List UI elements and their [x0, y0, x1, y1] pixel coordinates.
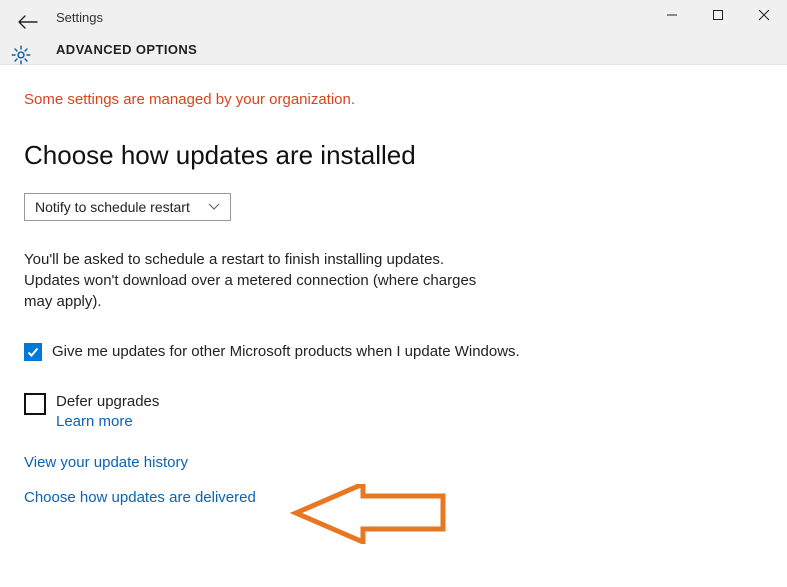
section-heading: Choose how updates are installed	[24, 140, 763, 171]
defer-learn-more-link[interactable]: Learn more	[56, 413, 159, 430]
app-name: Settings	[56, 10, 103, 25]
install-mode-value: Notify to schedule restart	[35, 199, 190, 215]
checkbox-row-defer: Defer upgrades Learn more	[24, 392, 524, 429]
org-managed-message: Some settings are managed by your organi…	[24, 91, 763, 108]
window-controls	[649, 0, 787, 30]
close-button[interactable]	[741, 0, 787, 30]
page-title: ADVANCED OPTIONS	[56, 42, 197, 57]
minimize-button[interactable]	[649, 0, 695, 30]
view-history-link[interactable]: View your update history	[24, 454, 763, 471]
chevron-down-icon	[208, 203, 220, 211]
install-mode-dropdown[interactable]: Notify to schedule restart	[24, 193, 231, 221]
gear-icon	[10, 44, 32, 66]
checkbox-other-products[interactable]	[24, 343, 42, 361]
checkbox-row-other-products: Give me updates for other Microsoft prod…	[24, 342, 524, 362]
checkmark-icon	[26, 345, 40, 359]
checkbox-defer-upgrades[interactable]	[24, 393, 46, 415]
close-icon	[758, 9, 770, 21]
maximize-icon	[712, 9, 724, 21]
titlebar: Settings ADVANCED OPTIONS	[0, 0, 787, 65]
checkbox-other-products-label: Give me updates for other Microsoft prod…	[52, 342, 520, 362]
back-arrow-icon	[18, 15, 38, 29]
back-button[interactable]	[14, 12, 42, 32]
minimize-icon	[666, 9, 678, 21]
install-mode-description: You'll be asked to schedule a restart to…	[24, 249, 504, 312]
maximize-button[interactable]	[695, 0, 741, 30]
choose-delivery-link[interactable]: Choose how updates are delivered	[24, 489, 256, 506]
checkbox-defer-label: Defer upgrades	[56, 392, 159, 412]
content-area: Some settings are managed by your organi…	[0, 65, 787, 506]
